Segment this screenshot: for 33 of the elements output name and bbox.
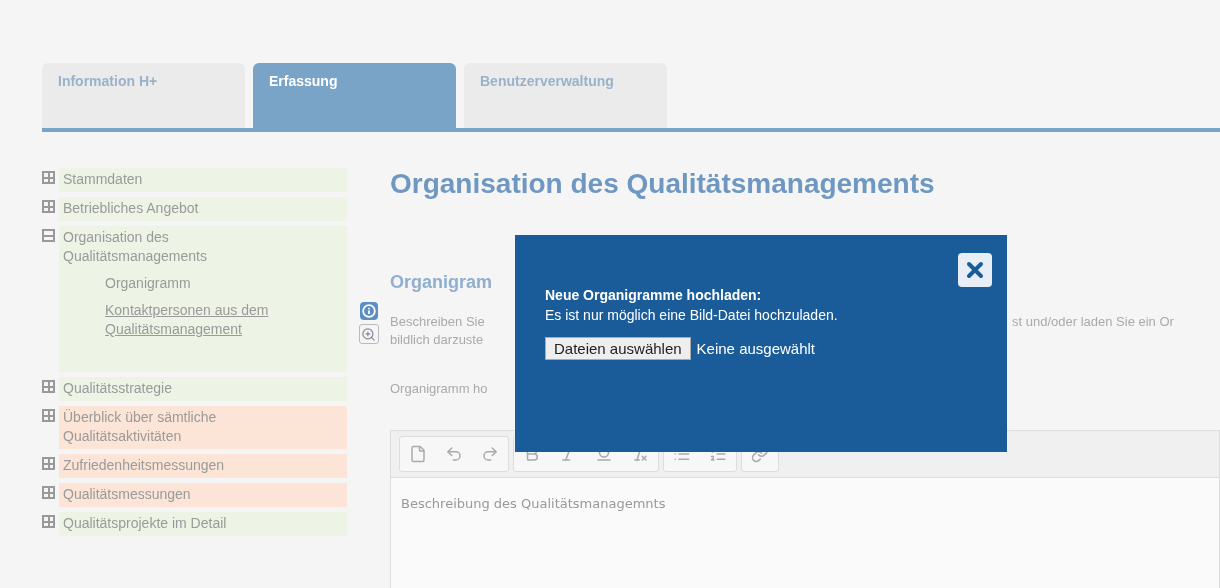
sidebar-item-label[interactable]: Qualitätsmessungen (63, 485, 263, 504)
editor-placeholder: Beschreibung des Qualitätsmanagemnts (400, 495, 667, 513)
sidebar-link[interactable]: Kontaktpersonen aus dem Qualitätsmanagement (105, 301, 315, 339)
page-title: Organisation des Qualitätsmanagements (390, 168, 936, 200)
tab[interactable]: Benutzerverwaltung (464, 63, 667, 128)
sidebar-subitem[interactable]: Organigramm (105, 274, 315, 293)
section-heading: Organigram (390, 272, 493, 293)
sidebar-item[interactable]: Betriebliches Angebot (59, 197, 347, 221)
sidebar-item-label[interactable]: Stammdaten (63, 170, 263, 189)
file-status: Keine ausgewählt (696, 340, 815, 357)
sidebar-item-label[interactable]: Zufriedenheitsmessungen (63, 456, 263, 475)
description-text: Beschreiben Sie (390, 313, 486, 331)
sidebar-item-label[interactable]: Betriebliches Angebot (63, 199, 263, 218)
sidebar-item-label[interactable]: Überblick über sämtliche Qualitätsaktivitäten (63, 408, 263, 446)
sidebar-item[interactable]: Qualitätsstrategie (59, 377, 347, 401)
sidebar-item[interactable]: Zufriedenheitsmessungen (59, 454, 347, 478)
text-editor[interactable]: Beschreibung des Qualitätsmanagemnts (390, 430, 1220, 588)
sidebar-item[interactable]: Überblick über sämtliche Qualitätsaktivitäten (59, 406, 347, 449)
tab[interactable]: Erfassung (253, 63, 456, 128)
sidebar-item[interactable]: Stammdaten (59, 168, 347, 192)
sidebar-item[interactable]: Qualitätsprojekte im Detail (59, 512, 347, 536)
sidebar-item-label[interactable]: Organisation des Qualitätsmanagements (63, 228, 263, 266)
sidebar-item-label[interactable]: Qualitätsprojekte im Detail (63, 514, 263, 533)
sidebar-item[interactable]: Qualitätsmessungen (59, 483, 347, 507)
upload-label: Organigramm ho (390, 381, 488, 396)
sidebar-item[interactable]: Organisation des Qualitätsmanagements Organigramm Kontaktpersonen aus dem Qualitätsmanagement (59, 226, 347, 372)
dialog-message: Es ist nur möglich eine Bild-Datei hochzuladen. (545, 307, 839, 323)
description-text: bildlich darzuste (390, 331, 485, 349)
choose-files-button[interactable]: Dateien auswählen (545, 337, 691, 360)
dialog-title: Neue Organigramme hochladen: (545, 287, 763, 303)
description-text: st und/oder laden Sie ein Or (1012, 313, 1175, 331)
sidebar-item-label[interactable]: Qualitätsstrategie (63, 379, 263, 398)
tab[interactable]: Information H+ (42, 63, 245, 128)
